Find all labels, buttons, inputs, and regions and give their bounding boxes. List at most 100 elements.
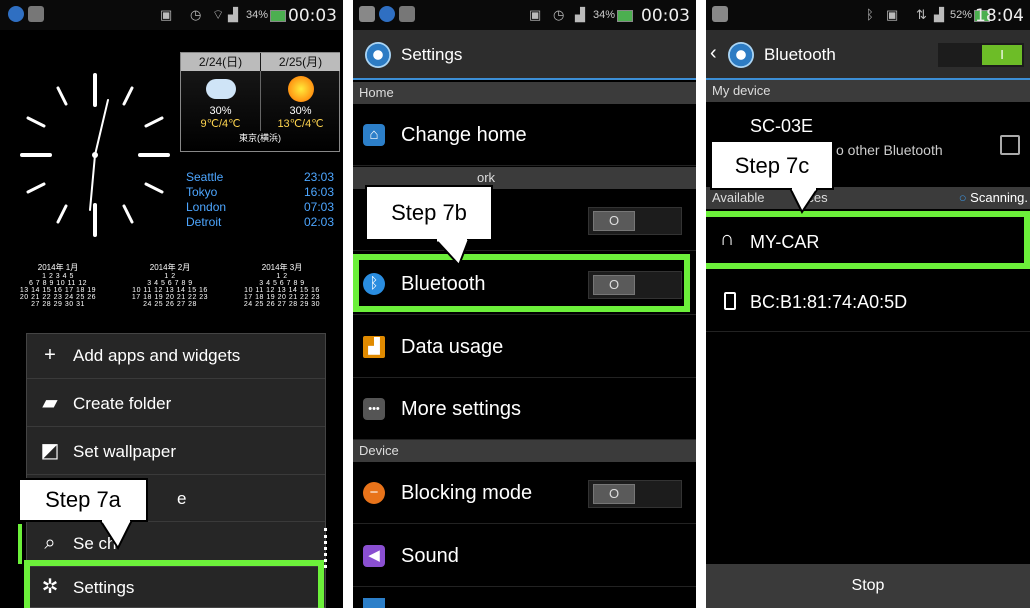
wallpaper-icon: ◩ xyxy=(40,440,60,462)
folder-icon: ▰ xyxy=(42,392,58,414)
toggle-knob: I xyxy=(982,45,1022,65)
device-visibility-text: o other Bluetooth xyxy=(836,142,943,158)
calendar-month: 2014年 2月 1 2 3 4 5 6 7 8 9 10 11 12 13 1… xyxy=(116,262,224,330)
stop-scan-button[interactable]: Stop xyxy=(706,564,1030,608)
alarm-icon: ◷ xyxy=(190,7,202,22)
blocking-mode-toggle[interactable]: O xyxy=(588,480,682,508)
calendar-title: 2014年 1月 xyxy=(37,263,79,272)
calendar-week: 24 25 26 27 28 xyxy=(143,301,197,308)
step-7c-callout: Step 7c xyxy=(710,140,834,190)
city-time: 16:03 xyxy=(303,185,334,199)
sound-row[interactable]: ◀ Sound xyxy=(353,525,696,587)
nfc-icon: ▣ xyxy=(529,7,542,22)
signal-icon: ▟ xyxy=(934,7,944,22)
menu-item-label: Add apps and widgets xyxy=(73,346,241,365)
scanning-status: ○ Scanning. xyxy=(959,187,1028,209)
mail-icon xyxy=(399,6,415,22)
row-label: Sound xyxy=(401,545,459,567)
bluetooth-master-toggle[interactable]: I xyxy=(938,43,1024,67)
page-indicator xyxy=(324,528,328,568)
display-icon xyxy=(363,598,385,608)
callout-text: Step 7a xyxy=(45,487,121,512)
city-name: London xyxy=(186,200,227,214)
city-time: 02:03 xyxy=(303,215,334,229)
settings-gear-icon xyxy=(365,42,391,68)
calendar-week: 17 18 19 20 21 22 23 xyxy=(243,294,321,301)
page-title: Bluetooth xyxy=(764,45,836,64)
world-clock-widget[interactable]: Seattle 23:03 Tokyo 16:03 London 07:03 Detr… xyxy=(186,170,334,230)
edge-indicator xyxy=(18,524,22,564)
search-icon: ⌕ xyxy=(44,532,56,554)
rain-chance-1: 30% xyxy=(209,105,232,117)
calendar-week: 1 2 xyxy=(276,273,288,280)
settings-gear-icon xyxy=(728,42,754,68)
scanning-text: Scanning. xyxy=(970,190,1028,205)
change-home-row[interactable]: ⌂ Change home xyxy=(353,104,696,166)
temperature-1: 9℃/4℃ xyxy=(200,118,241,130)
step-7a-callout: Step 7a xyxy=(18,478,148,522)
battery-percent: 52% xyxy=(950,9,973,21)
mail-icon xyxy=(28,6,44,22)
calendar-week: 20 21 22 23 24 25 26 xyxy=(19,294,97,301)
menu-item-add-apps-widgets[interactable]: + Add apps and widgets xyxy=(27,334,325,379)
app-notification-icon xyxy=(8,6,24,22)
available-device-bc-b1[interactable]: BC:B1:81:74:A0:5D xyxy=(706,272,1030,332)
weather-day-1: 2/24(日) xyxy=(181,53,260,71)
section-header-home: Home xyxy=(353,82,696,104)
signal-icon: ▟ xyxy=(575,7,585,22)
world-clock-row: Detroit 02:03 xyxy=(186,215,334,230)
bluetooth-panel: ᛒ ▣ ⇅ ▟ 52% 18:04 ‹ Bluetooth I My devic… xyxy=(706,0,1030,608)
row-label: Data usage xyxy=(401,336,504,358)
calendar-widget[interactable]: 2014年 1月 1 2 3 4 5 6 7 8 9 10 11 12 13 1… xyxy=(4,262,340,330)
world-clock-row: Seattle 23:03 xyxy=(186,170,334,185)
section-header-device: Device xyxy=(353,440,696,462)
home-screen-panel: ▣ ◷ ⌔ ▟ 34% 00:03 2/24(日) 2/25(月) 30% 30… xyxy=(0,0,343,608)
data-usage-row[interactable]: ▟ Data usage xyxy=(353,316,696,378)
section-header-available-devices: Available vices ○ Scanning. xyxy=(706,187,1030,209)
callout-pointer xyxy=(98,520,134,550)
calendar-month: 2014年 3月 1 2 3 4 5 6 7 8 9 10 11 12 13 1… xyxy=(228,262,336,330)
temperature-2: 13℃/4℃ xyxy=(277,118,324,130)
plus-icon: + xyxy=(44,344,56,366)
bluetooth-highlight-box xyxy=(353,254,690,312)
bluetooth-status-icon: ᛒ xyxy=(866,7,874,22)
calendar-week: 1 2 xyxy=(164,273,176,280)
battery-icon xyxy=(270,10,286,22)
toggle-knob: O xyxy=(593,211,635,231)
status-bar: ▣ ◷ ⌔ ▟ 34% 00:03 xyxy=(0,0,343,30)
status-time: 00:03 xyxy=(288,6,337,26)
signal-icon: ▟ xyxy=(228,7,238,22)
screenshot-icon xyxy=(359,6,375,22)
calendar-week: 3 4 5 6 7 8 9 xyxy=(259,280,305,287)
back-arrow-icon[interactable]: ‹ xyxy=(710,42,717,65)
calendar-week: 6 7 8 9 10 11 12 xyxy=(28,280,88,287)
screenshot-icon xyxy=(712,6,728,22)
data-icon: ⇅ xyxy=(916,7,927,22)
wifi-icon: ⌔ xyxy=(212,7,225,22)
menu-item-set-wallpaper[interactable]: ◩ Set wallpaper xyxy=(27,430,325,475)
battery-icon xyxy=(617,10,633,22)
calendar-title: 2014年 2月 xyxy=(149,263,191,272)
more-settings-row[interactable]: ••• More settings xyxy=(353,378,696,440)
blocking-mode-row[interactable]: − Blocking mode O xyxy=(353,462,696,524)
weather-widget[interactable]: 2/24(日) 2/25(月) 30% 30% 9℃/4℃ 13℃/4℃ 東京(… xyxy=(180,52,340,152)
menu-item-label: Create folder xyxy=(73,394,172,413)
calendar-week: 3 4 5 6 7 8 9 xyxy=(147,280,193,287)
row-label: Blocking mode xyxy=(401,482,533,504)
row-label: Change home xyxy=(401,124,527,146)
app-notification-icon xyxy=(379,6,395,22)
settings-panel: ▣ ◷ ▟ 34% 00:03 Settings Home ⌂ Change h… xyxy=(353,0,696,608)
spinner-icon: ○ xyxy=(958,190,971,205)
alarm-icon: ◷ xyxy=(553,7,565,22)
wifi-toggle[interactable]: O xyxy=(588,207,682,235)
calendar-week: 27 28 29 30 31 xyxy=(31,301,85,308)
blocking-mode-icon: − xyxy=(363,482,385,504)
analog-clock-widget[interactable] xyxy=(20,60,170,260)
visibility-checkbox[interactable] xyxy=(1000,135,1020,155)
calendar-week: 24 25 26 27 28 29 30 xyxy=(243,301,321,308)
world-clock-row: London 07:03 xyxy=(186,200,334,215)
menu-item-create-folder[interactable]: ▰ Create folder xyxy=(27,382,325,427)
section-header-text: Available xyxy=(712,190,765,205)
menu-item-label: e xyxy=(177,489,187,508)
home-icon: ⌂ xyxy=(363,124,385,146)
